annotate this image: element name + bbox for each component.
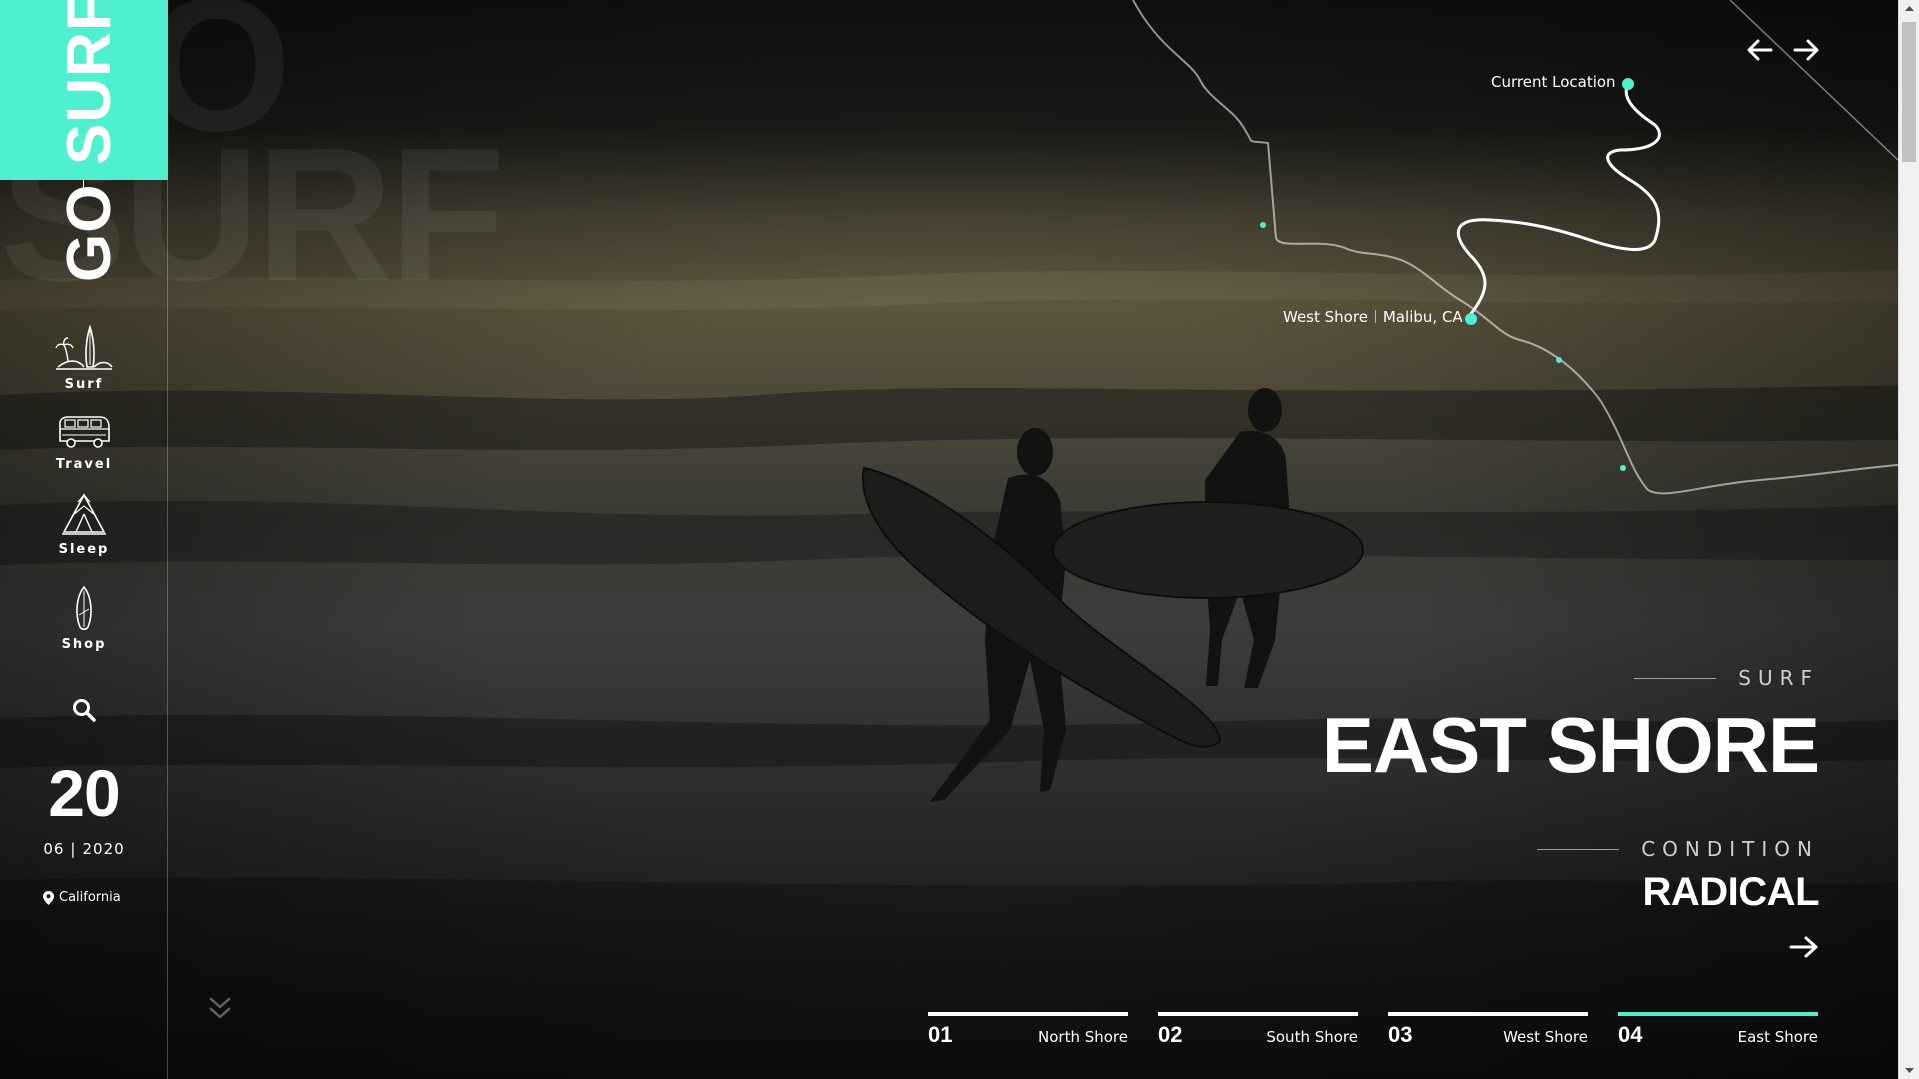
map-pin-icon: [43, 890, 54, 905]
pager-label: East Shore: [1737, 1028, 1818, 1046]
shore-pager: 01 North Shore 02 South Shore 03 West Sh…: [928, 1012, 1818, 1048]
scroll-down-arrow-icon[interactable]: [1899, 1061, 1919, 1079]
current-location-marker[interactable]: [1622, 78, 1634, 90]
current-location-label: Current Location: [1491, 73, 1616, 91]
map-dot: [1556, 357, 1562, 363]
surfboard-island-icon: [55, 325, 113, 370]
pager-label: South Shore: [1266, 1028, 1358, 1046]
spot-marker[interactable]: [1465, 313, 1477, 325]
coastline-edge: [1729, 0, 1898, 161]
eyebrow-surf: SURF: [1634, 666, 1819, 690]
nav-label: Travel: [55, 457, 113, 472]
map-dot: [1620, 465, 1626, 471]
search-icon[interactable]: [71, 697, 97, 723]
surfboard-icon: [76, 585, 92, 631]
pager-item-west-shore[interactable]: 03 West Shore: [1388, 1012, 1588, 1048]
date-separator: |: [70, 840, 77, 858]
pager-number: 04: [1618, 1022, 1643, 1047]
nav-label: Shop: [61, 637, 107, 652]
arrow-left-icon[interactable]: [1746, 36, 1774, 64]
vertical-scrollbar[interactable]: [1898, 0, 1919, 1079]
spot-label[interactable]: West Shore Malibu, CA: [1283, 308, 1463, 326]
pager-number: 03: [1388, 1022, 1413, 1047]
scroll-down-chevron-icon[interactable]: [208, 996, 232, 1022]
condition-value: RADICAL: [1642, 870, 1820, 914]
sidebar: SURF GO Surf Travel Sleep Shop 20 06 | 2…: [0, 0, 168, 1079]
nav-item-sleep[interactable]: Sleep: [0, 492, 168, 557]
arrow-right-icon[interactable]: [1792, 36, 1820, 64]
scrollbar-thumb[interactable]: [1902, 22, 1916, 162]
route-map: [1132, 0, 1898, 495]
location-name: California: [59, 890, 121, 905]
van-icon: [59, 416, 110, 448]
eyebrow-text: SURF: [1738, 666, 1819, 690]
date-year: 2020: [82, 840, 125, 858]
pager-number: 02: [1158, 1022, 1183, 1047]
logo-word-go: GO: [55, 183, 124, 282]
date-day: 20: [48, 756, 120, 830]
map-dot: [1260, 222, 1266, 228]
pager-label: North Shore: [1038, 1028, 1128, 1046]
pager-label: West Shore: [1503, 1028, 1588, 1046]
page-title: EAST SHORE: [1321, 701, 1820, 789]
nav-item-travel[interactable]: Travel: [0, 415, 168, 472]
nav-label: Sleep: [58, 542, 110, 557]
eyebrow-condition: CONDITION: [1537, 837, 1819, 861]
pager-number: 01: [928, 1022, 953, 1047]
location: California: [43, 890, 121, 905]
eyebrow-line: [1634, 677, 1717, 679]
scroll-up-arrow-icon[interactable]: [1899, 0, 1919, 18]
pager-item-east-shore[interactable]: 04 East Shore: [1618, 1012, 1818, 1048]
arrow-right-icon[interactable]: [1789, 935, 1819, 959]
nav-label: Surf: [64, 377, 104, 392]
route-line: [1457, 82, 1661, 317]
spot-name: West Shore: [1283, 308, 1368, 326]
logo-word-surf: SURF: [55, 0, 124, 165]
date-month: 06: [43, 840, 65, 858]
slide-arrows: [1746, 36, 1820, 64]
label-divider: [1374, 310, 1376, 323]
pager-item-north-shore[interactable]: 01 North Shore: [928, 1012, 1128, 1048]
spot-place: Malibu, CA: [1382, 308, 1463, 326]
date-month-year: 06 | 2020: [0, 840, 168, 858]
nav-item-shop[interactable]: Shop: [0, 585, 168, 652]
eyebrow-line: [1537, 848, 1620, 850]
condition-label: CONDITION: [1641, 837, 1819, 861]
tent-icon: [62, 493, 106, 535]
nav-item-surf[interactable]: Surf: [0, 325, 168, 392]
pager-item-south-shore[interactable]: 02 South Shore: [1158, 1012, 1358, 1048]
